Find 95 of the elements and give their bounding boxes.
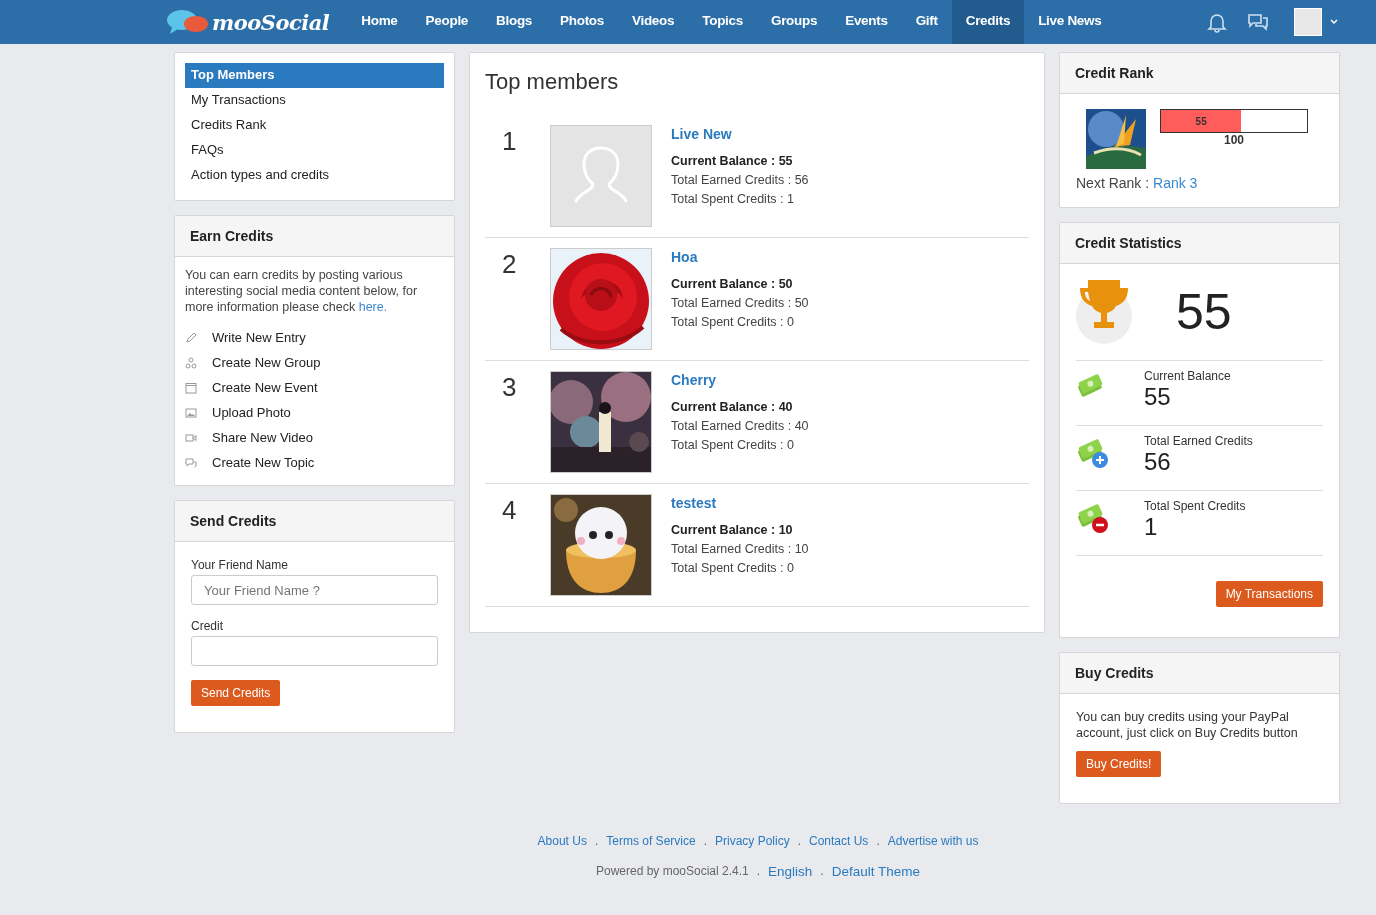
current-balance: Current Balance : 10 [671, 522, 794, 539]
footer-link[interactable]: Privacy Policy [715, 834, 790, 848]
here-link[interactable]: here. [358, 300, 388, 314]
caret-icon[interactable] [1330, 19, 1338, 25]
separator: . [820, 864, 824, 879]
panel-title: Send Credits [175, 501, 454, 542]
nav-link[interactable]: Events [831, 0, 902, 44]
stat-label: Total Spent Credits [1144, 499, 1246, 513]
separator: . [797, 834, 801, 848]
action-link[interactable]: Create New Event [212, 380, 318, 395]
progress-value: 55 [1195, 115, 1207, 127]
video-icon [185, 431, 197, 444]
powered-by: Powered by mooSocial 2.4.1 [595, 864, 749, 879]
footer-link[interactable]: Contact Us [809, 834, 869, 848]
nav-link[interactable]: Videos [618, 0, 689, 44]
buy-credits-button[interactable]: Buy Credits! [1076, 751, 1162, 777]
earned-credits: Total Earned Credits : 40 [671, 418, 809, 435]
panel-title: Credit Statistics [1060, 223, 1339, 264]
action-link[interactable]: Write New Entry [212, 330, 306, 345]
action-link[interactable]: Create New Topic [212, 455, 315, 470]
menu-item[interactable]: Top Members [185, 63, 444, 88]
calendar-icon [185, 381, 197, 394]
stat-value: 55 [1144, 383, 1172, 411]
footer-link[interactable]: Terms of Service [606, 834, 696, 848]
separator: . [703, 834, 707, 848]
rank-link[interactable]: Rank 3 [1153, 175, 1198, 191]
nav-link[interactable]: Gift [901, 0, 952, 44]
nav-link[interactable]: Live News [1024, 0, 1116, 44]
panel-title: Earn Credits [175, 216, 454, 257]
total-credits: 55 [1176, 283, 1232, 341]
spent-credits: Total Spent Credits : 0 [671, 314, 795, 331]
rank-number: 2 [501, 248, 518, 280]
current-balance: Current Balance : 40 [671, 399, 794, 416]
group-icon [185, 356, 197, 369]
nav-link[interactable]: Home [347, 0, 412, 44]
member-name[interactable]: Cherry [671, 372, 809, 388]
earned-credits: Total Earned Credits : 50 [671, 295, 809, 312]
stat-value: 56 [1144, 448, 1172, 476]
nav-link[interactable]: Photos [546, 0, 618, 44]
theme-link[interactable]: Default Theme [831, 864, 920, 879]
spent-credits: Total Spent Credits : 0 [671, 560, 795, 577]
logo-icon [166, 9, 210, 35]
field-label: Credit [191, 619, 224, 633]
bell-icon[interactable] [1206, 11, 1228, 33]
nav-link[interactable]: People [411, 0, 483, 44]
friend-name-field[interactable]: Your Friend Name ? [191, 575, 438, 605]
panel-title: Buy Credits [1060, 653, 1339, 694]
chat-icon [185, 456, 197, 469]
action-link[interactable]: Upload Photo [212, 405, 291, 420]
footer-link[interactable]: About Us [537, 834, 587, 848]
field-label: Your Friend Name [191, 558, 289, 572]
earn-description: You can earn credits by posting various interesting social media content below, for more information please check here. [185, 267, 419, 315]
separator: . [876, 834, 880, 848]
nav-link[interactable]: Groups [756, 0, 832, 44]
buy-description: You can buy credits using your PayPal account, just click on Buy Credits button [1076, 709, 1299, 741]
menu-item[interactable]: FAQs [185, 138, 444, 163]
spent-credits: Total Spent Credits : 0 [671, 437, 795, 454]
page-title: Top members [485, 69, 620, 95]
action-link[interactable]: Share New Video [212, 430, 313, 445]
language-link[interactable]: English [768, 864, 813, 879]
separator: . [756, 864, 761, 879]
current-balance: Current Balance : 50 [671, 276, 794, 293]
current-balance: Current Balance : 55 [671, 153, 794, 170]
stat-label: Current Balance [1144, 369, 1231, 383]
logo-text[interactable]: mooSocial [212, 9, 330, 35]
my-transactions-button[interactable]: My Transactions [1215, 581, 1323, 607]
progress-max: 100 [1223, 133, 1245, 147]
chat-icon[interactable] [1246, 11, 1270, 33]
rank-number: 3 [501, 371, 518, 403]
member-name[interactable]: Hoa [671, 249, 809, 265]
stat-label: Total Earned Credits [1144, 434, 1253, 448]
nav-link[interactable]: Credits [951, 0, 1025, 44]
action-link[interactable]: Create New Group [212, 355, 321, 370]
next-rank: Next Rank : Rank 3 [1076, 175, 1199, 191]
footer-link[interactable]: Advertise with us [887, 834, 979, 848]
menu-item[interactable]: My Transactions [185, 88, 444, 113]
earned-credits: Total Earned Credits : 56 [671, 172, 809, 189]
member-name[interactable]: testest [671, 495, 809, 511]
member-name[interactable]: Live New [671, 126, 809, 142]
menu-item[interactable]: Action types and credits [185, 163, 444, 188]
credit-field[interactable] [191, 636, 438, 666]
stat-value: 1 [1144, 513, 1159, 541]
trophy-icon [1076, 280, 1132, 344]
menu-item[interactable]: Credits Rank [185, 113, 444, 138]
nav-link[interactable]: Blogs [482, 0, 547, 44]
earned-credits: Total Earned Credits : 10 [671, 541, 809, 558]
rank-number: 1 [501, 125, 518, 157]
send-credits-button[interactable]: Send Credits [191, 680, 281, 706]
pencil-icon [185, 331, 197, 344]
spent-credits: Total Spent Credits : 1 [671, 191, 795, 208]
rank-number: 4 [501, 494, 518, 526]
separator: . [594, 834, 599, 848]
image-icon [185, 406, 197, 419]
nav-link[interactable]: Topics [688, 0, 757, 44]
panel-title: Credit Rank [1060, 53, 1339, 94]
